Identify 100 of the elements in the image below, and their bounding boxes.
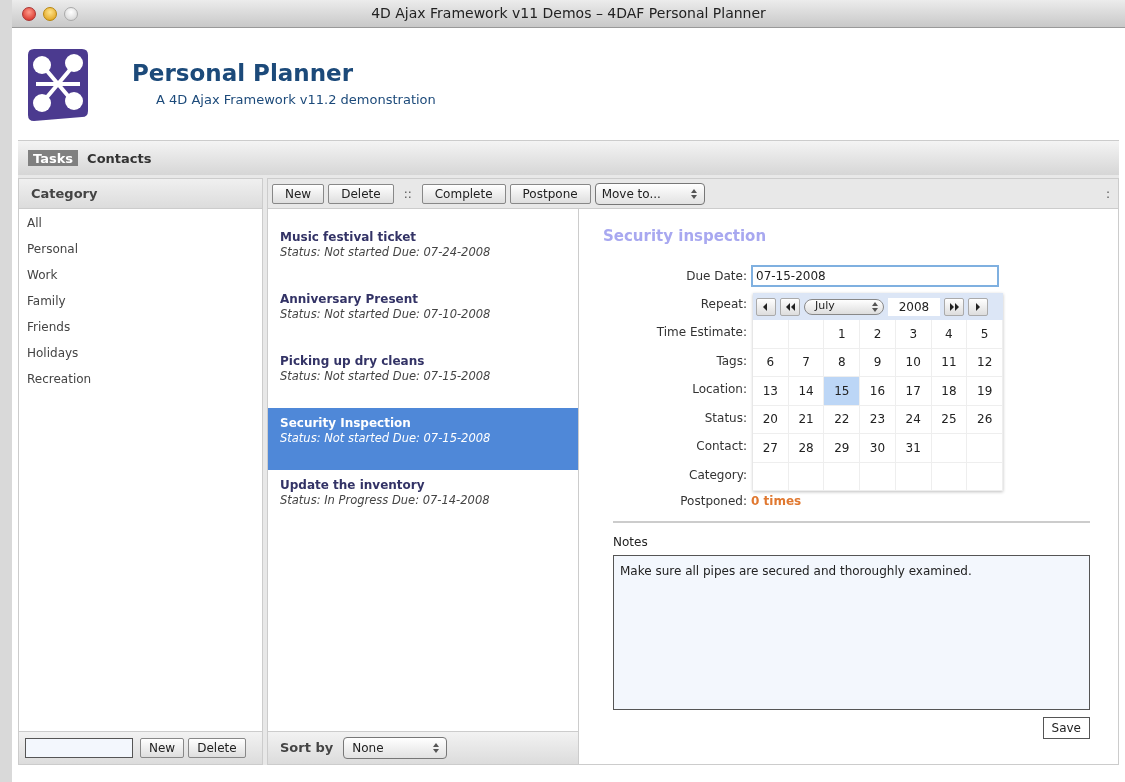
- calendar-day[interactable]: 28: [788, 434, 825, 463]
- task-item[interactable]: Music festival ticket Status: Not started Due: 07-24-2008: [268, 222, 578, 284]
- category-item[interactable]: Work: [27, 264, 254, 290]
- toolbar-end-mark: :: [1105, 185, 1110, 203]
- calendar-day[interactable]: 3: [895, 320, 932, 349]
- calendar-day[interactable]: 16: [860, 377, 896, 406]
- calendar-day[interactable]: 1: [824, 320, 861, 349]
- calendar-cell: [788, 320, 825, 349]
- task-title: Security Inspection: [280, 416, 412, 431]
- save-button[interactable]: Save: [1042, 717, 1090, 739]
- calendar-day[interactable]: 11: [931, 348, 968, 377]
- field-label: Due Date:: [685, 267, 748, 285]
- calendar-day[interactable]: 29: [824, 434, 861, 463]
- calendar-cell: [931, 462, 968, 491]
- move-to-select[interactable]: Move to...: [594, 182, 705, 205]
- calendar-cell: [895, 462, 932, 491]
- calendar-day[interactable]: 30: [860, 434, 896, 463]
- year-field[interactable]: 2008: [888, 297, 940, 316]
- notes-label: Notes: [613, 534, 649, 551]
- next-year-button[interactable]: [944, 297, 964, 316]
- field-label: Tags:: [715, 352, 748, 370]
- task-status: Status: Not started Due: 07-15-2008: [280, 431, 492, 446]
- toolbar-button[interactable]: New: [272, 183, 325, 204]
- calendar-day[interactable]: 18: [931, 377, 968, 406]
- previous-year-button[interactable]: [780, 297, 800, 316]
- calendar-day[interactable]: 12: [967, 348, 1003, 377]
- field-label: Postponed:: [679, 493, 748, 510]
- calendar-day[interactable]: 6: [753, 348, 789, 377]
- due-date-field[interactable]: 07-15-2008: [751, 264, 999, 287]
- tab[interactable]: Contacts: [82, 150, 157, 166]
- field-label: Status:: [703, 409, 748, 427]
- calendar-cell: [860, 462, 896, 491]
- task-item[interactable]: Update the inventory Status: In Progress Due: 07-14-2008: [268, 470, 578, 532]
- calendar-day[interactable]: 24: [895, 405, 932, 434]
- task-status: Status: Not started Due: 07-15-2008: [280, 369, 492, 384]
- calendar-day[interactable]: 27: [753, 434, 789, 463]
- sidebar-button[interactable]: New: [140, 738, 185, 758]
- calendar-day[interactable]: 10: [895, 348, 932, 377]
- sidebar-title: Category: [31, 184, 98, 203]
- category-item[interactable]: Friends: [27, 316, 254, 342]
- sort-select[interactable]: None: [343, 737, 448, 759]
- calendar-day[interactable]: 15: [824, 377, 861, 406]
- task-title: Anniversary Present: [280, 292, 419, 307]
- calendar-day[interactable]: 22: [824, 405, 861, 434]
- calendar-day[interactable]: 13: [753, 377, 789, 406]
- field-label: Category:: [688, 466, 748, 484]
- calendar-day[interactable]: 7: [788, 348, 825, 377]
- next-month-button[interactable]: [968, 297, 988, 316]
- task-item[interactable]: Security Inspection Status: Not started Due: 07-15-2008: [268, 408, 578, 470]
- notes-field[interactable]: Make sure all pipes are secured and thoroughly examined.: [613, 555, 1090, 710]
- calendar-day[interactable]: 2: [860, 320, 896, 349]
- sort-label: Sort by: [280, 739, 334, 758]
- toolbar-button[interactable]: Complete: [421, 183, 506, 204]
- task-title: Picking up dry cleans: [280, 354, 426, 369]
- toolbar-button[interactable]: Postpone: [509, 183, 591, 204]
- toolbar-button[interactable]: Delete: [328, 183, 394, 204]
- tab[interactable]: Tasks: [28, 150, 79, 166]
- task-item[interactable]: Anniversary Present Status: Not started Due: 07-10-2008: [268, 284, 578, 346]
- right-triangle-icon: [947, 300, 961, 313]
- calendar-day[interactable]: 19: [967, 377, 1003, 406]
- field-label: Repeat:: [699, 295, 748, 313]
- task-title: Update the inventory: [280, 478, 426, 493]
- calendar-cell: [967, 434, 1003, 463]
- month-select[interactable]: July: [804, 298, 884, 315]
- task-heading: Security inspection: [603, 226, 768, 247]
- app-subtitle: A 4D Ajax Framework v11.2 demonstration: [156, 90, 436, 109]
- task-item[interactable]: Picking up dry cleans Status: Not started Due: 07-15-2008: [268, 346, 578, 408]
- calendar-cell: [967, 462, 1003, 491]
- previous-month-button[interactable]: [756, 297, 776, 316]
- calendar-day[interactable]: 21: [788, 405, 825, 434]
- stepper-icon: [689, 187, 698, 200]
- calendar-cell: [788, 462, 825, 491]
- postponed-count: 0 times: [751, 493, 802, 510]
- category-item[interactable]: Recreation: [27, 368, 254, 394]
- stepper-icon: [871, 300, 879, 313]
- calendar-day[interactable]: 5: [967, 320, 1003, 349]
- task-status: Status: In Progress Due: 07-14-2008: [280, 493, 491, 508]
- calendar-day[interactable]: 4: [931, 320, 968, 349]
- task-status: Status: Not started Due: 07-10-2008: [280, 307, 492, 322]
- task-title: Music festival ticket: [280, 230, 418, 245]
- calendar-day[interactable]: 26: [967, 405, 1003, 434]
- category-item[interactable]: Personal: [27, 238, 254, 264]
- field-label: Location:: [691, 381, 748, 399]
- stepper-icon: [432, 742, 441, 754]
- field-label: Time Estimate:: [655, 324, 748, 342]
- category-item[interactable]: All: [27, 212, 254, 238]
- app-title: Personal Planner: [132, 58, 355, 88]
- calendar-day[interactable]: 31: [895, 434, 932, 463]
- calendar-day[interactable]: 20: [753, 405, 789, 434]
- category-item[interactable]: Family: [27, 290, 254, 316]
- close-icon[interactable]: [22, 6, 36, 21]
- calendar-day[interactable]: 25: [931, 405, 968, 434]
- calendar-cell: [753, 320, 789, 349]
- calendar-day[interactable]: 17: [895, 377, 932, 406]
- field-label: Contact:: [695, 438, 748, 456]
- category-input[interactable]: [25, 738, 133, 758]
- calendar-day[interactable]: 23: [860, 405, 896, 434]
- sidebar-button[interactable]: Delete: [188, 738, 246, 758]
- calendar-day[interactable]: 9: [860, 348, 896, 377]
- category-item[interactable]: Holidays: [27, 342, 254, 368]
